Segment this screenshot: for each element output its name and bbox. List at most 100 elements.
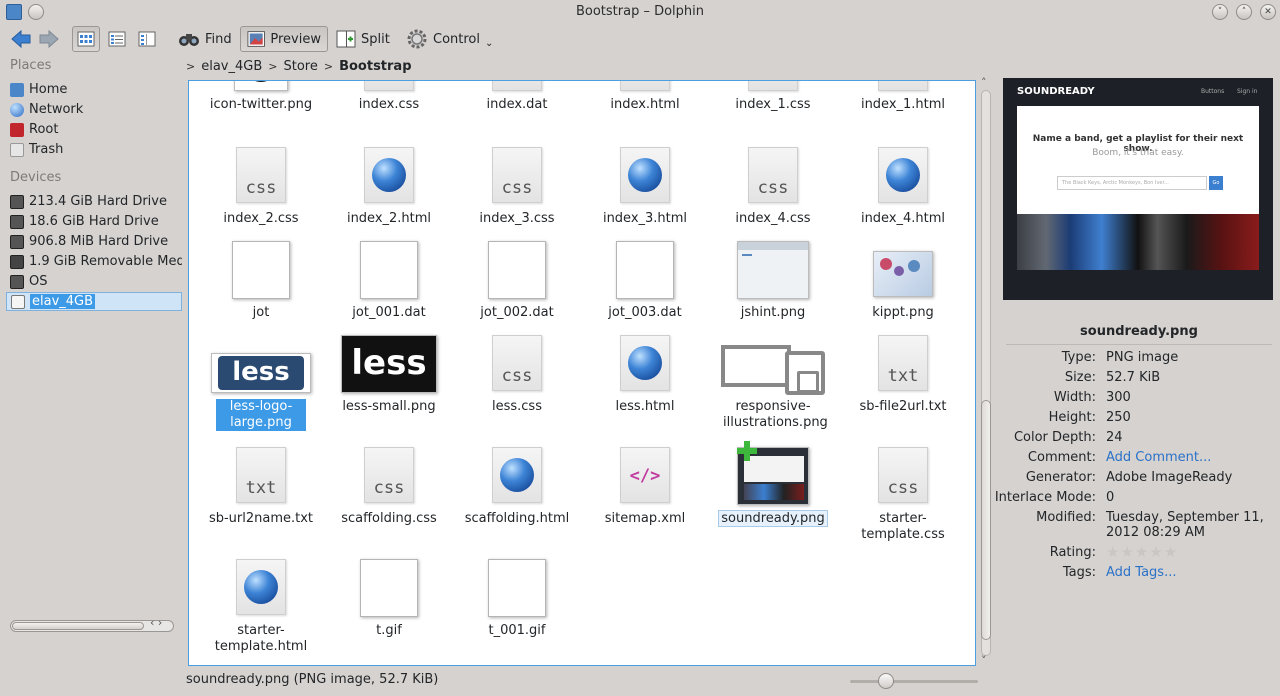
place-root[interactable]: Root xyxy=(6,120,182,139)
star-icon[interactable]: ★ xyxy=(1106,545,1119,560)
file-view-vertical-scrollbar[interactable]: ˄ ˅ xyxy=(979,76,993,667)
usb-drive-icon xyxy=(11,294,25,309)
file-item[interactable]: css starter-template.css xyxy=(839,447,967,557)
star-icon[interactable]: ★ xyxy=(1120,545,1133,560)
meta-size: Size: 52.7 KiB xyxy=(1064,370,1161,385)
preview-button[interactable]: Preview xyxy=(240,26,328,52)
file-item[interactable]: txt sb-file2url.txt xyxy=(839,335,967,445)
device-elav-4gb[interactable]: elav_4GB xyxy=(6,292,182,311)
chevron-down-icon: ⌄ xyxy=(485,37,494,49)
file-item[interactable]: t.gif xyxy=(325,559,453,665)
place-label: Root xyxy=(29,122,59,137)
file-item[interactable]: scaffolding.html xyxy=(453,447,581,557)
control-button[interactable]: Control ⌄ xyxy=(400,26,499,52)
file-item[interactable]: starter-template.html xyxy=(197,559,325,665)
crumb-bootstrap[interactable]: Bootstrap xyxy=(339,59,411,74)
star-icon[interactable]: ★ xyxy=(1149,545,1162,560)
details-view-button[interactable] xyxy=(134,26,162,52)
crumb-elav-4gb[interactable]: elav_4GB xyxy=(201,59,262,74)
file-item[interactable]: responsive-illustrations.png xyxy=(709,335,837,445)
zoom-slider[interactable] xyxy=(850,673,978,689)
xml-file-icon: </> xyxy=(620,447,670,503)
place-network[interactable]: Network xyxy=(6,100,182,119)
file-item[interactable]: </> sitemap.xml xyxy=(581,447,709,557)
chevron-right-icon[interactable]: > xyxy=(268,60,277,73)
file-name: kippt.png xyxy=(872,305,934,320)
meta-modified: Modified: Tuesday, September 11, 2012 08:… xyxy=(1036,510,1264,540)
add-plus-icon[interactable] xyxy=(737,441,757,461)
status-text: soundready.png (PNG image, 52.7 KiB) xyxy=(186,672,439,687)
scroll-arrows[interactable]: ‹ › xyxy=(150,616,162,629)
file-name: less.html xyxy=(615,399,675,414)
place-label: Trash xyxy=(29,142,64,157)
device-hard-drive-1[interactable]: 213.4 GiB Hard Drive xyxy=(6,192,182,211)
file-name: t.gif xyxy=(376,623,402,638)
find-button[interactable]: Find xyxy=(172,26,238,52)
twitter-image-thumbnail xyxy=(234,81,288,91)
chevron-down-icon[interactable]: ˅ xyxy=(981,654,987,667)
split-button[interactable]: Split xyxy=(330,26,396,52)
file-item[interactable]: t_001.gif xyxy=(453,559,581,665)
file-item-hovered[interactable]: soundready.png xyxy=(709,441,837,557)
scrollbar-handle[interactable] xyxy=(12,622,144,630)
close-button[interactable]: ✕ xyxy=(1260,4,1276,20)
chevron-right-icon[interactable]: > xyxy=(186,60,195,73)
icons-view-button[interactable] xyxy=(72,26,100,52)
minimize-button[interactable]: ˅ xyxy=(1212,4,1228,20)
less-small-image-thumbnail: less xyxy=(341,335,437,393)
file-name: icon-twitter.png xyxy=(209,97,313,112)
crumb-store[interactable]: Store xyxy=(283,59,317,74)
file-item[interactable]: less less-small.png xyxy=(325,335,453,445)
device-label: 18.6 GiB Hard Drive xyxy=(29,214,159,229)
file-name: jot_003.dat xyxy=(608,305,682,320)
information-panel: SOUNDREADY Buttons Sign in Name a band, … xyxy=(995,56,1280,670)
file-item[interactable]: less.html xyxy=(581,335,709,445)
blank-file-icon xyxy=(488,241,546,299)
places-header: Places xyxy=(10,58,52,73)
device-removable-media[interactable]: 1.9 GiB Removable Media xyxy=(6,252,182,271)
divider xyxy=(1006,344,1272,345)
file-item-selected[interactable]: less less-logo-large.png xyxy=(197,335,325,445)
chevron-right-icon[interactable]: › xyxy=(158,616,162,629)
star-icon[interactable]: ★ xyxy=(1164,545,1177,560)
add-tags-link[interactable]: Add Tags... xyxy=(1106,565,1276,580)
meta-rating: Rating: ★ ★ ★ ★ ★ xyxy=(998,545,1280,565)
device-hard-drive-2[interactable]: 18.6 GiB Hard Drive xyxy=(6,212,182,231)
zoom-slider-track[interactable] xyxy=(850,680,978,683)
preview-label: Preview xyxy=(270,31,321,47)
place-label: Network xyxy=(29,102,84,117)
add-comment-link[interactable]: Add Comment... xyxy=(1106,450,1276,465)
file-item[interactable]: css scaffolding.css xyxy=(325,447,453,557)
root-folder-icon xyxy=(10,122,24,137)
less-logo-image-thumbnail: less xyxy=(211,353,311,393)
maximize-button[interactable]: ˄ xyxy=(1236,4,1252,20)
file-item[interactable]: css less.css xyxy=(453,335,581,445)
home-folder-icon xyxy=(10,82,24,97)
css-file-icon: css xyxy=(236,147,286,203)
blank-file-icon xyxy=(360,559,418,617)
scrollbar-handle[interactable] xyxy=(981,400,991,640)
css-file-icon: css xyxy=(748,147,798,203)
place-trash[interactable]: Trash xyxy=(6,140,182,159)
chevron-left-icon[interactable]: ‹ xyxy=(150,616,154,629)
star-icon[interactable]: ★ xyxy=(1135,545,1148,560)
place-home[interactable]: Home xyxy=(6,80,182,99)
forward-button[interactable] xyxy=(32,26,66,52)
device-os[interactable]: OS xyxy=(6,272,182,291)
meta-type: Type: PNG image xyxy=(1061,350,1179,365)
rating-stars[interactable]: ★ ★ ★ ★ ★ xyxy=(1106,545,1276,561)
file-name: jot_001.dat xyxy=(352,305,426,320)
meta-comment: Comment: Add Comment... xyxy=(998,450,1280,470)
file-name: index_3.html xyxy=(602,211,688,226)
file-name: jot xyxy=(252,305,270,320)
details-view-icon xyxy=(138,31,156,47)
removable-media-icon xyxy=(10,254,24,269)
file-item[interactable]: txt sb-url2name.txt xyxy=(197,447,325,557)
html-file-icon xyxy=(620,335,670,391)
chevron-right-icon[interactable]: > xyxy=(324,60,333,73)
file-view[interactable]: icon-twitter.png css index.css txt index… xyxy=(188,80,976,666)
device-hard-drive-3[interactable]: 906.8 MiB Hard Drive xyxy=(6,232,182,251)
chevron-up-icon[interactable]: ˄ xyxy=(981,76,987,89)
zoom-slider-handle[interactable] xyxy=(878,673,894,689)
compact-view-button[interactable] xyxy=(104,26,132,52)
